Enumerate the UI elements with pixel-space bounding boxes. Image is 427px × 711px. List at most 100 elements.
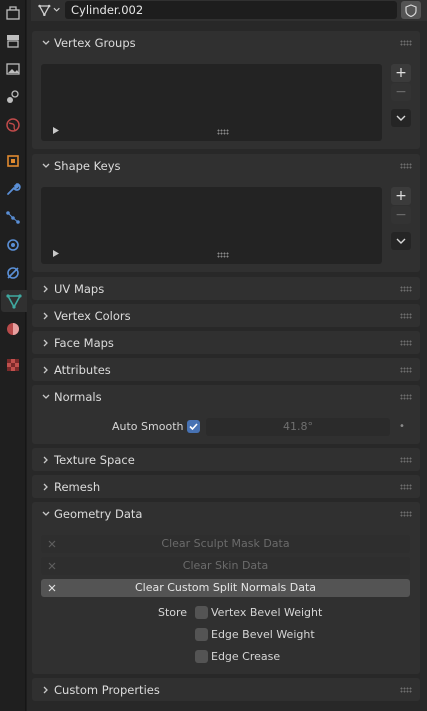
texture-space-title: Texture Space bbox=[54, 453, 135, 467]
object-tab[interactable] bbox=[2, 150, 24, 172]
add-vertex-group-button[interactable]: + bbox=[391, 64, 411, 82]
shape-keys-list[interactable] bbox=[41, 187, 382, 264]
physics-icon bbox=[7, 239, 19, 251]
texture-icon bbox=[7, 359, 19, 371]
vertex-colors-panel[interactable]: Vertex Colors bbox=[32, 304, 420, 327]
render-icon bbox=[7, 35, 19, 48]
drag-handle-icon[interactable] bbox=[400, 286, 412, 292]
vertex-bevel-weight-label[interactable]: Vertex Bevel Weight bbox=[211, 606, 322, 619]
vertex-group-specials-button[interactable] bbox=[391, 109, 411, 127]
mesh-data-icon bbox=[38, 4, 51, 17]
chevron-right-icon bbox=[43, 686, 48, 694]
chevron-right-icon bbox=[43, 339, 48, 347]
list-resize-handle[interactable] bbox=[217, 129, 229, 135]
chevron-right-icon bbox=[43, 366, 48, 374]
close-icon bbox=[47, 557, 57, 575]
auto-smooth-angle-field[interactable]: 41.8° bbox=[206, 418, 390, 436]
properties-editor: Cylinder.002 Vertex Groups + − Shape Key… bbox=[27, 0, 427, 711]
geometry-data-title: Geometry Data bbox=[54, 507, 143, 521]
drag-handle-icon[interactable] bbox=[400, 40, 412, 46]
drag-handle-icon[interactable] bbox=[400, 484, 412, 490]
vertex-groups-title: Vertex Groups bbox=[54, 36, 136, 50]
uv-maps-title: UV Maps bbox=[54, 282, 105, 296]
render-tab[interactable] bbox=[2, 30, 24, 52]
chevron-down-icon bbox=[42, 163, 50, 168]
particles-tab[interactable] bbox=[2, 206, 24, 228]
constraints-tab[interactable] bbox=[2, 262, 24, 284]
custom-properties-title: Custom Properties bbox=[54, 683, 160, 697]
animate-property-dot[interactable]: • bbox=[399, 421, 405, 432]
edge-bevel-weight-checkbox[interactable] bbox=[195, 628, 208, 641]
drag-handle-icon[interactable] bbox=[400, 457, 412, 463]
remesh-title: Remesh bbox=[54, 480, 101, 494]
properties-tab-strip bbox=[0, 0, 27, 711]
attributes-panel[interactable]: Attributes bbox=[32, 358, 420, 381]
texture-tab[interactable] bbox=[2, 354, 24, 376]
checkmark-icon bbox=[189, 423, 198, 431]
data-name-field[interactable]: Cylinder.002 bbox=[65, 1, 397, 19]
tool-tab[interactable] bbox=[2, 2, 24, 24]
wrench-icon bbox=[7, 182, 21, 195]
drag-handle-icon[interactable] bbox=[400, 687, 412, 693]
data-header: Cylinder.002 bbox=[31, 0, 427, 21]
world-icon bbox=[6, 118, 20, 132]
output-icon bbox=[6, 63, 20, 75]
remove-vertex-group-button[interactable]: − bbox=[391, 83, 411, 101]
particles-icon bbox=[6, 211, 20, 224]
vertex-groups-list[interactable] bbox=[41, 64, 382, 141]
edge-bevel-weight-label[interactable]: Edge Bevel Weight bbox=[211, 628, 315, 641]
close-icon bbox=[47, 579, 57, 597]
view-layer-tab[interactable] bbox=[2, 86, 24, 108]
physics-tab[interactable] bbox=[2, 234, 24, 256]
shape-keys-header[interactable]: Shape Keys bbox=[32, 154, 420, 178]
data-tab[interactable] bbox=[1, 290, 27, 312]
scene-tab[interactable] bbox=[2, 114, 24, 136]
shape-key-specials-button[interactable] bbox=[391, 232, 411, 250]
list-filter-arrow-icon[interactable] bbox=[53, 250, 59, 257]
drag-handle-icon[interactable] bbox=[400, 511, 412, 517]
uv-maps-panel[interactable]: UV Maps bbox=[32, 277, 420, 300]
clear-custom-split-normals-label: Clear Custom Split Normals Data bbox=[134, 581, 317, 594]
face-maps-panel[interactable]: Face Maps bbox=[32, 331, 420, 354]
geometry-data-header[interactable]: Geometry Data bbox=[32, 502, 420, 526]
add-shape-key-button[interactable]: + bbox=[391, 187, 411, 205]
drag-handle-icon[interactable] bbox=[400, 394, 412, 400]
chevron-down-icon bbox=[53, 7, 60, 12]
output-tab[interactable] bbox=[2, 58, 24, 80]
chevron-right-icon bbox=[43, 483, 48, 491]
chevron-down-icon bbox=[42, 511, 50, 516]
modifiers-tab[interactable] bbox=[2, 178, 24, 200]
mesh-data-icon bbox=[6, 294, 22, 309]
clear-sculpt-mask-button[interactable]: Clear Sculpt Mask Data bbox=[41, 535, 410, 553]
vertex-bevel-weight-checkbox[interactable] bbox=[195, 606, 208, 619]
auto-smooth-checkbox[interactable] bbox=[187, 420, 200, 433]
clear-skin-data-button[interactable]: Clear Skin Data bbox=[41, 557, 410, 575]
edge-crease-checkbox[interactable] bbox=[195, 650, 208, 663]
drag-handle-icon[interactable] bbox=[400, 340, 412, 346]
chevron-down-icon bbox=[396, 115, 406, 121]
data-browse-button[interactable] bbox=[38, 2, 60, 18]
drag-handle-icon[interactable] bbox=[400, 163, 412, 169]
material-tab[interactable] bbox=[2, 318, 24, 340]
drag-handle-icon[interactable] bbox=[400, 367, 412, 373]
remesh-panel[interactable]: Remesh bbox=[32, 475, 420, 498]
face-maps-title: Face Maps bbox=[54, 336, 114, 350]
shape-keys-title: Shape Keys bbox=[54, 159, 121, 173]
normals-title: Normals bbox=[54, 390, 102, 404]
vertex-groups-header[interactable]: Vertex Groups bbox=[32, 31, 420, 55]
list-resize-handle[interactable] bbox=[217, 252, 229, 258]
normals-header[interactable]: Normals bbox=[32, 385, 420, 409]
attributes-title: Attributes bbox=[54, 363, 111, 377]
texture-space-panel[interactable]: Texture Space bbox=[32, 448, 420, 471]
remove-shape-key-button[interactable]: − bbox=[391, 206, 411, 224]
edge-crease-label[interactable]: Edge Crease bbox=[211, 650, 280, 663]
chevron-right-icon bbox=[43, 312, 48, 320]
list-filter-arrow-icon[interactable] bbox=[53, 127, 59, 134]
clear-custom-split-normals-button[interactable]: Clear Custom Split Normals Data bbox=[41, 579, 410, 597]
material-icon bbox=[7, 323, 19, 335]
custom-properties-panel[interactable]: Custom Properties bbox=[32, 678, 420, 701]
drag-handle-icon[interactable] bbox=[400, 313, 412, 319]
tool-icon bbox=[6, 6, 20, 20]
fake-user-button[interactable] bbox=[401, 1, 421, 19]
chevron-down-icon bbox=[42, 394, 50, 399]
